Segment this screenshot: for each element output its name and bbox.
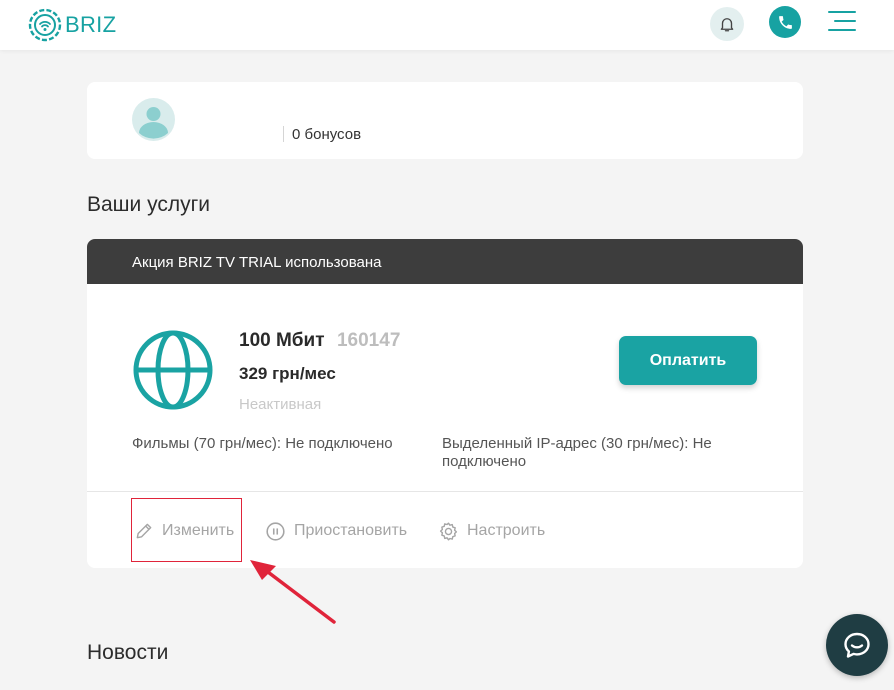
promo-banner: Акция BRIZ TV TRIAL использована <box>87 239 803 284</box>
plan-status: Неактивная <box>239 396 322 413</box>
promo-text: Акция BRIZ TV TRIAL использована <box>132 254 382 271</box>
addon-dedicated-ip: Выделенный IP-адрес (30 грн/мес): Не под… <box>442 435 712 470</box>
notifications-button[interactable] <box>710 7 744 41</box>
menu-line <box>828 29 856 31</box>
pause-icon <box>266 521 285 541</box>
menu-line <box>828 11 856 13</box>
services-title: Ваши услуги <box>87 193 211 216</box>
gear-icon <box>439 521 458 541</box>
menu-line <box>834 20 856 22</box>
bonus-count: 0 бонусов <box>292 126 362 143</box>
configure-label: Настроить <box>467 522 546 539</box>
configure-button[interactable]: Настроить <box>438 519 545 543</box>
plan-name: 100 Мбит <box>239 330 325 351</box>
hamburger-menu-icon[interactable] <box>828 11 856 35</box>
annotation-arrow-icon <box>250 560 336 624</box>
card-divider <box>87 491 803 492</box>
plan-title: 100 Мбит 160147 <box>239 330 400 352</box>
phone-icon <box>778 15 792 29</box>
briz-logo[interactable]: BRIZ <box>28 8 116 42</box>
chat-bubble-icon <box>844 632 870 658</box>
globe-icon <box>133 330 213 410</box>
pause-button[interactable]: Приостановить <box>265 519 407 543</box>
briz-logo-icon <box>28 8 62 42</box>
highlight-box <box>131 498 242 562</box>
plan-price: 329 грн/мес <box>239 364 336 383</box>
bell-icon <box>720 18 734 32</box>
profile-card: 0 бонусов <box>87 82 803 159</box>
pause-label: Приостановить <box>294 522 408 539</box>
pay-button[interactable]: Оплатить <box>619 336 757 385</box>
call-button[interactable] <box>769 6 801 38</box>
plan-id: 160147 <box>336 330 401 351</box>
top-header: BRIZ <box>0 0 894 50</box>
addon-movies: Фильмы (70 грн/мес): Не подключено <box>132 435 393 452</box>
user-avatar-icon[interactable] <box>132 98 175 141</box>
logo-text: BRIZ <box>65 12 117 37</box>
bonus-separator <box>283 126 284 142</box>
chat-button[interactable] <box>826 614 888 676</box>
news-title: Новости <box>87 641 169 664</box>
